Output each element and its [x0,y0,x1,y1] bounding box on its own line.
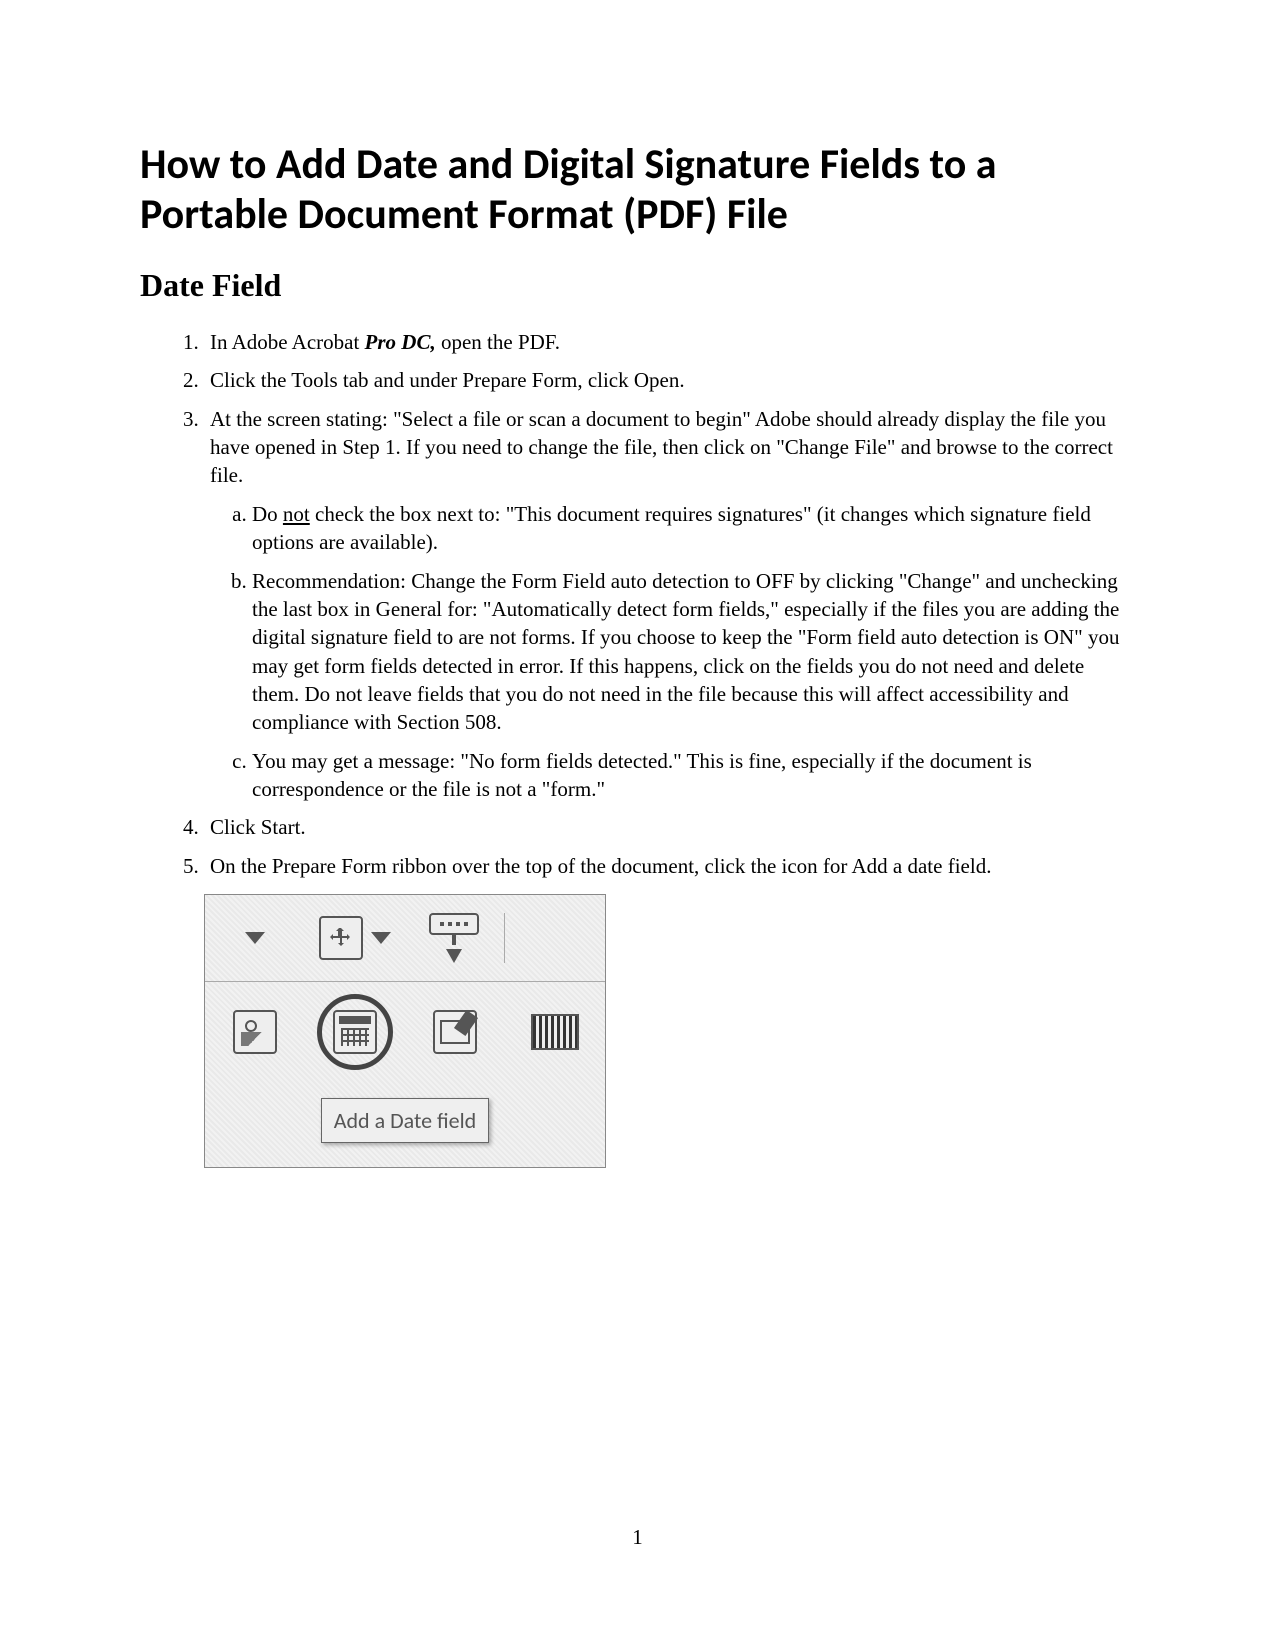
step-3-substeps: Do not check the box next to: "This docu… [210,500,1135,803]
page-number: 1 [0,1525,1275,1550]
step-5: On the Prepare Form ribbon over the top … [204,852,1135,880]
step-3: At the screen stating: "Select a file or… [204,405,1135,803]
add-image-field [205,1010,305,1054]
step-3-text: At the screen stating: "Select a file or… [210,407,1113,488]
page-title: How to Add Date and Digital Signature Fi… [140,140,1135,239]
move-icon [319,916,363,960]
step-3a-post: check the box next to: "This document re… [252,502,1091,554]
tooltip-row: Add a Date field [205,1082,605,1167]
section-heading-date-field: Date Field [140,267,1135,304]
document-page: How to Add Date and Digital Signature Fi… [0,0,1275,1168]
step-2: Click the Tools tab and under Prepare Fo… [204,366,1135,394]
steps-list: In Adobe Acrobat Pro DC, open the PDF. C… [140,328,1135,880]
add-barcode-field [505,1014,605,1050]
arrow-down-icon [446,949,462,963]
barcode-icon [531,1014,579,1050]
ribbon-dropdown-1 [205,932,305,944]
image-icon [233,1010,277,1054]
step-1-emphasis: Pro DC, [365,330,436,354]
ribbon-move-tool [305,916,405,960]
prepare-form-ribbon-figure: Add a Date field [204,894,606,1168]
add-signature-field [405,1010,505,1054]
step-1: In Adobe Acrobat Pro DC, open the PDF. [204,328,1135,356]
ribbon-row-2 [205,982,605,1082]
signature-icon [433,1010,477,1054]
step-3b: Recommendation: Change the Form Field au… [252,567,1135,737]
tooltip-add-date-field: Add a Date field [321,1098,489,1143]
step-3a-underline-not: not [283,502,310,526]
step-1-text-pre: In Adobe Acrobat [210,330,365,354]
field-box-icon [429,913,479,935]
calendar-icon [333,1010,377,1054]
arrow-stem [452,935,456,945]
ribbon-row-1 [205,895,605,982]
step-3a-pre: Do [252,502,283,526]
add-date-field [305,1010,405,1054]
ribbon-dropdown-field [405,913,506,963]
dropdown-icon [245,932,265,944]
step-3c: You may get a message: "No form fields d… [252,747,1135,804]
step-4: Click Start. [204,813,1135,841]
step-3a: Do not check the box next to: "This docu… [252,500,1135,557]
step-1-text-post: open the PDF. [436,330,560,354]
dropdown-icon [371,932,391,944]
